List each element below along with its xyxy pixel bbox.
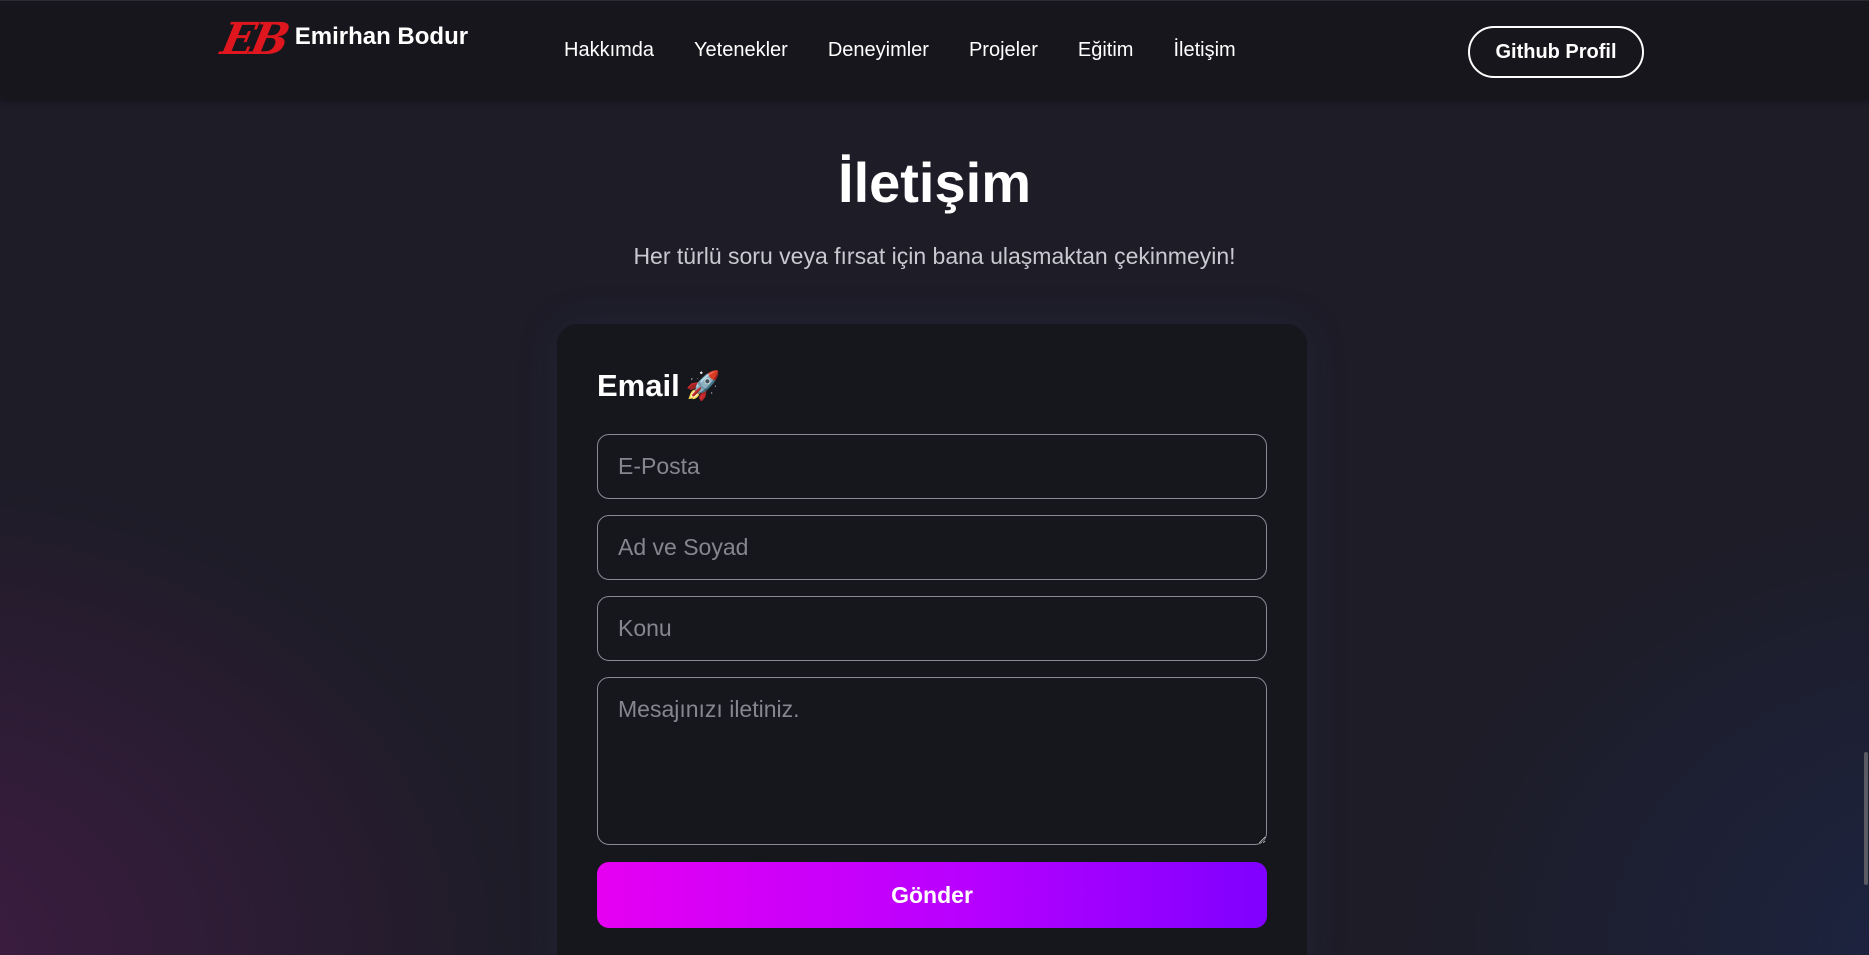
brand-name: Emirhan Bodur — [294, 23, 469, 50]
form-heading-text: Email — [597, 368, 680, 403]
rocket-icon: 🚀 — [685, 370, 721, 401]
email-field[interactable] — [597, 434, 1267, 499]
nav-link-egitim[interactable]: Eğitim — [1078, 39, 1134, 62]
scrollbar-thumb[interactable] — [1864, 752, 1868, 885]
nav-links: Hakkımda Yetenekler Deneyimler Projeler … — [564, 39, 1236, 62]
nav-link-yetenekler[interactable]: Yetenekler — [694, 39, 788, 62]
nav-link-hakkimda[interactable]: Hakkımda — [564, 39, 654, 62]
subject-field[interactable] — [597, 596, 1267, 661]
submit-button[interactable]: Gönder — [597, 862, 1267, 928]
message-field[interactable] — [597, 677, 1267, 845]
navbar: EB Emirhan Bodur Hakkımda Yetenekler Den… — [0, 0, 1869, 99]
brand-link[interactable]: EB Emirhan Bodur — [217, 14, 469, 65]
page-title: İletişim — [838, 151, 1031, 214]
nav-link-deneyimler[interactable]: Deneyimler — [828, 39, 929, 62]
form-heading: Email 🚀 — [597, 368, 721, 404]
name-field[interactable] — [597, 515, 1267, 580]
scrollbar-track[interactable] — [1863, 0, 1869, 955]
page-subtitle: Her türlü soru veya fırsat için bana ula… — [633, 243, 1236, 269]
nav-link-projeler[interactable]: Projeler — [969, 39, 1038, 62]
contact-form-card: Email 🚀 Gönder — [557, 324, 1307, 955]
github-profile-button[interactable]: Github Profil — [1468, 26, 1644, 78]
brand-logo: EB — [216, 14, 291, 65]
nav-link-iletisim[interactable]: İletişim — [1173, 39, 1235, 62]
